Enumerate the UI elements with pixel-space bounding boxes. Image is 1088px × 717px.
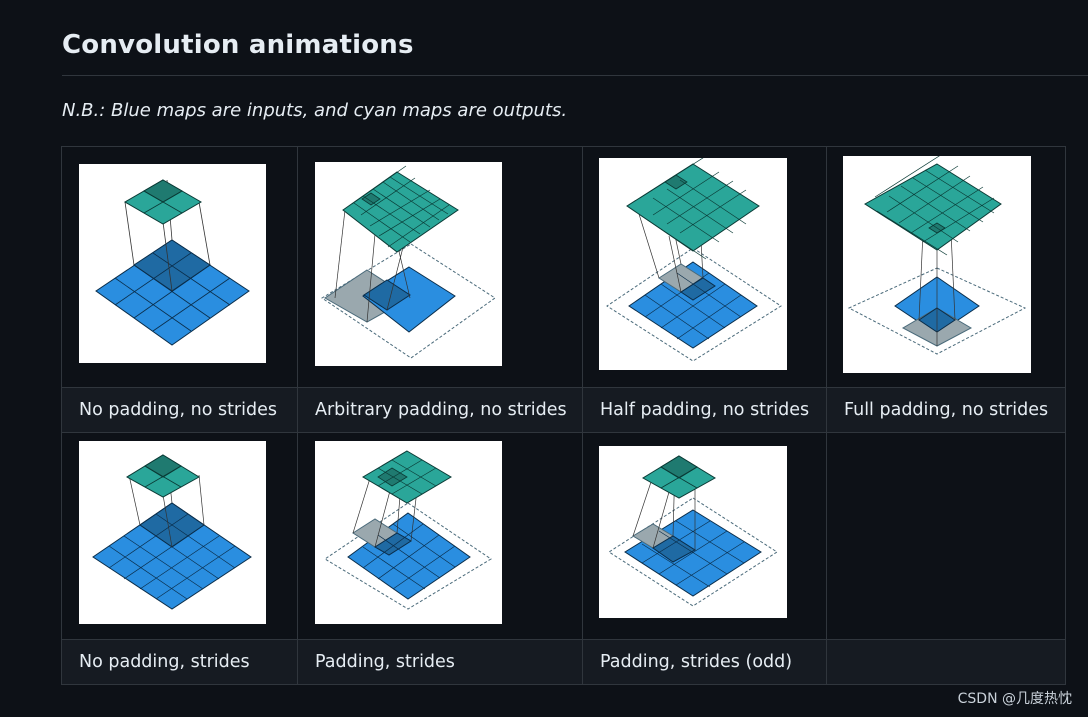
cell-padding-strides <box>297 432 583 640</box>
caption-half-padding-no-strides: Half padding, no strides <box>582 387 827 433</box>
animation-no-padding-no-strides <box>79 164 266 363</box>
cell-padding-strides-odd <box>582 432 827 640</box>
caption-empty <box>826 639 1066 685</box>
caption-no-padding-strides: No padding, strides <box>61 639 298 685</box>
animation-padding-strides <box>315 441 502 624</box>
caption-padding-strides: Padding, strides <box>297 639 583 685</box>
cell-no-padding-no-strides <box>61 146 298 388</box>
cell-full-padding-no-strides <box>826 146 1066 388</box>
caption-padding-strides-odd: Padding, strides (odd) <box>582 639 827 685</box>
heading-divider <box>62 75 1088 76</box>
cell-half-padding-no-strides <box>582 146 827 388</box>
caption-arbitrary-padding-no-strides: Arbitrary padding, no strides <box>297 387 583 433</box>
cell-arbitrary-padding-no-strides <box>297 146 583 388</box>
caption-no-padding-no-strides: No padding, no strides <box>61 387 298 433</box>
watermark: CSDN @几度热忱 <box>957 691 1072 707</box>
animation-half-padding-no-strides <box>599 158 787 370</box>
cell-no-padding-strides <box>61 432 298 640</box>
section-heading: Convolution animations <box>62 30 414 60</box>
animation-full-padding-no-strides <box>843 156 1031 373</box>
note-text: N.B.: Blue maps are inputs, and cyan map… <box>62 100 568 121</box>
animation-no-padding-strides <box>79 441 266 624</box>
animation-arbitrary-padding-no-strides <box>315 162 502 366</box>
animations-table: No padding, no strides Arbitrary padding… <box>61 146 1066 685</box>
cell-empty <box>826 432 1066 640</box>
caption-full-padding-no-strides: Full padding, no strides <box>826 387 1066 433</box>
animation-padding-strides-odd <box>599 446 787 618</box>
